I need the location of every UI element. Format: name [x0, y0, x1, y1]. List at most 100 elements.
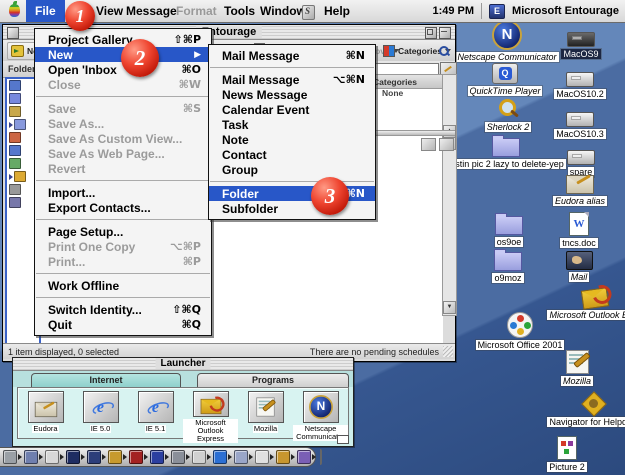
desktop-icon-office-2001[interactable]: Microsoft Office 2001	[464, 312, 576, 350]
menu-format[interactable]: Format	[172, 0, 221, 22]
control-strip-module-desktop-pattern[interactable]	[171, 450, 190, 464]
apple-menu-icon[interactable]	[9, 4, 20, 17]
file-menu-item-print[interactable]: Print...⌘P	[35, 254, 211, 269]
new-submenu-item-contact[interactable]: Contact	[209, 147, 375, 162]
control-strip-module-web-sharing[interactable]	[213, 450, 232, 464]
new-submenu-item-note[interactable]: Note	[209, 132, 375, 147]
application-menu[interactable]: Microsoft Entourage	[512, 5, 619, 17]
control-strip[interactable]	[0, 447, 316, 467]
file-menu-item-quit[interactable]: Quit⌘Q	[35, 317, 211, 332]
control-strip-tab[interactable]	[320, 449, 322, 465]
control-strip-module-file-sharing[interactable]	[87, 450, 106, 464]
control-strip-module-energy-saver[interactable]	[66, 450, 85, 464]
file-menu-item-save-as-web-page[interactable]: Save As Web Page...	[35, 146, 211, 161]
netscape-communicator-button[interactable]: N	[303, 391, 339, 423]
file-menu-item-work-offline[interactable]: Work Offline	[35, 278, 211, 293]
file-menu-item-print-one-copy[interactable]: Print One Copy⌥⌘P	[35, 239, 211, 254]
file-menu-item-page-setup[interactable]: Page Setup...	[35, 224, 211, 239]
desktop-icon-eudora-alias[interactable]: Eudora alias	[544, 170, 616, 206]
file-menu-divider	[36, 180, 210, 181]
new-submenu-item-mail-message[interactable]: Mail Message⌘N	[209, 48, 375, 63]
file-menu-item-save-as[interactable]: Save As...	[35, 116, 211, 131]
menu-help[interactable]: Help	[320, 0, 354, 22]
file-menu-item-switch-identity[interactable]: Switch Identity...⇧⌘Q	[35, 302, 211, 317]
launcher-titlebar[interactable]: Launcher	[13, 358, 353, 371]
file-menu-item-revert[interactable]: Revert	[35, 161, 211, 176]
desktop-icon-justin-folder[interactable]: justin pic 2 lazy to delete-yep	[440, 132, 572, 169]
desktop-icon-macos9[interactable]: MacOS9	[552, 26, 610, 59]
control-strip-module-disk-strip[interactable]	[297, 450, 316, 464]
windowshade-box-icon[interactable]	[439, 27, 451, 39]
menu-bar-clock[interactable]: 1:49 PM	[432, 5, 474, 17]
desktop-icon-quicktime-player[interactable]: QuickTime Player	[455, 60, 555, 96]
status-items-count: 1 item displayed, 0 selected	[8, 347, 119, 357]
control-strip-module-clock[interactable]	[45, 450, 64, 464]
ie-5-0-button[interactable]: e	[83, 391, 119, 423]
script-menu-icon[interactable]	[302, 5, 315, 20]
control-strip-module-printer-selector[interactable]	[192, 450, 211, 464]
desktop-icon-mail[interactable]: Mail	[552, 246, 606, 282]
mozilla-button[interactable]	[248, 391, 284, 423]
zoom-box-icon[interactable]	[425, 27, 437, 39]
desktop-icon-picture-2[interactable]: Picture 2	[536, 436, 598, 472]
desktop-icon-o9moz[interactable]: o9moz	[480, 246, 536, 283]
desktop-icon-tncs-doc[interactable]: W tncs.doc	[548, 212, 610, 248]
new-submenu-item-news-message[interactable]: News Message	[209, 87, 375, 102]
control-strip-module-appletalk[interactable]	[234, 450, 253, 464]
disclosure-triangle-icon[interactable]	[9, 174, 13, 180]
new-submenu-item-task[interactable]: Task	[209, 117, 375, 132]
menu-file[interactable]: File	[26, 0, 65, 22]
preview-contact-icon[interactable]	[439, 138, 454, 151]
control-strip-module-monitor-resolution[interactable]	[24, 450, 43, 464]
disclosure-triangle-icon[interactable]	[9, 122, 13, 128]
control-strip-module-sound-input[interactable]	[276, 450, 295, 464]
icon-label: QuickTime Player	[468, 86, 543, 96]
file-menu-item-save[interactable]: Save⌘S	[35, 101, 211, 116]
calendar-icon	[9, 158, 21, 169]
resize-grip[interactable]	[443, 346, 453, 357]
new-submenu-item-mail-message[interactable]: Mail Message⌥⌘N	[209, 72, 375, 87]
file-menu-item-close[interactable]: Close⌘W	[35, 77, 211, 92]
launcher-app-ie-5-1[interactable]: eIE 5.1	[128, 388, 183, 438]
desktop-icon-navigator-helpdesk[interactable]: Navigator for Helpdes	[538, 392, 625, 427]
control-strip-module-video-mirroring[interactable]	[150, 450, 169, 464]
menu-tools[interactable]: Tools	[220, 0, 259, 22]
icon-label: Microsoft Office 2001	[476, 340, 565, 350]
file-menu-item-project-gallery[interactable]: Project Gallery...⇧⌘P	[35, 32, 211, 47]
control-strip-module-keychain[interactable]	[108, 450, 127, 464]
notepad-pencil-icon	[566, 350, 589, 374]
new-submenu-item-group[interactable]: Group	[209, 162, 375, 177]
tab-programs[interactable]: Programs	[197, 373, 349, 387]
launcher-app-ie-5-0[interactable]: eIE 5.0	[73, 388, 128, 438]
desktop-icon-os9oe[interactable]: os9oe	[482, 210, 536, 247]
scroll-down-icon[interactable]: ▼	[443, 301, 456, 314]
categories-column-header[interactable]: Categories	[369, 77, 417, 87]
new-submenu-item-calendar-event[interactable]: Calendar Event	[209, 102, 375, 117]
eudora-button[interactable]	[28, 391, 64, 423]
preview-list-icon[interactable]	[421, 138, 436, 151]
new-submenu-item-subfolder[interactable]: Subfolder	[209, 201, 375, 216]
file-menu-item-export-contacts[interactable]: Export Contacts...	[35, 200, 211, 215]
desktop-icon-netscape-communicator[interactable]: N Netscape Communicator	[452, 20, 562, 62]
outlook-express-icon	[581, 287, 609, 309]
tab-internet[interactable]: Internet	[31, 373, 181, 387]
control-strip-module-cd-audio[interactable]	[129, 450, 148, 464]
launcher-app-microsoft-outlook-express[interactable]: Microsoft Outlook Express	[183, 388, 238, 438]
desktop-icon-mozilla[interactable]: Mozilla	[548, 350, 606, 386]
launcher-app-eudora[interactable]: Eudora	[18, 388, 73, 438]
microsoft-outlook-express-button[interactable]	[193, 391, 229, 417]
launcher-app-mozilla[interactable]: Mozilla	[238, 388, 293, 438]
control-strip-module-volume[interactable]	[255, 450, 274, 464]
desktop-icon-macos10-2[interactable]: MacOS10.2	[548, 66, 612, 99]
control-strip-module-bit-depth[interactable]	[3, 450, 22, 464]
launcher-app-netscape-communicator[interactable]: NNetscape Communicator	[293, 388, 348, 438]
file-menu-item-import[interactable]: Import...	[35, 185, 211, 200]
ie-5-1-button[interactable]: e	[138, 391, 174, 423]
search-button[interactable]	[435, 42, 453, 60]
vertical-scrollbar[interactable]: ▲ ▼ ▼	[442, 74, 457, 316]
new-submenu-item-folder[interactable]: Folder⌘N	[209, 186, 375, 201]
close-box-icon[interactable]	[7, 27, 19, 39]
file-menu-item-save-as-custom-view[interactable]: Save As Custom View...	[35, 131, 211, 146]
desktop-icon-sherlock-2[interactable]: Sherlock 2	[468, 98, 548, 132]
launcher-resize-box[interactable]	[337, 435, 349, 444]
